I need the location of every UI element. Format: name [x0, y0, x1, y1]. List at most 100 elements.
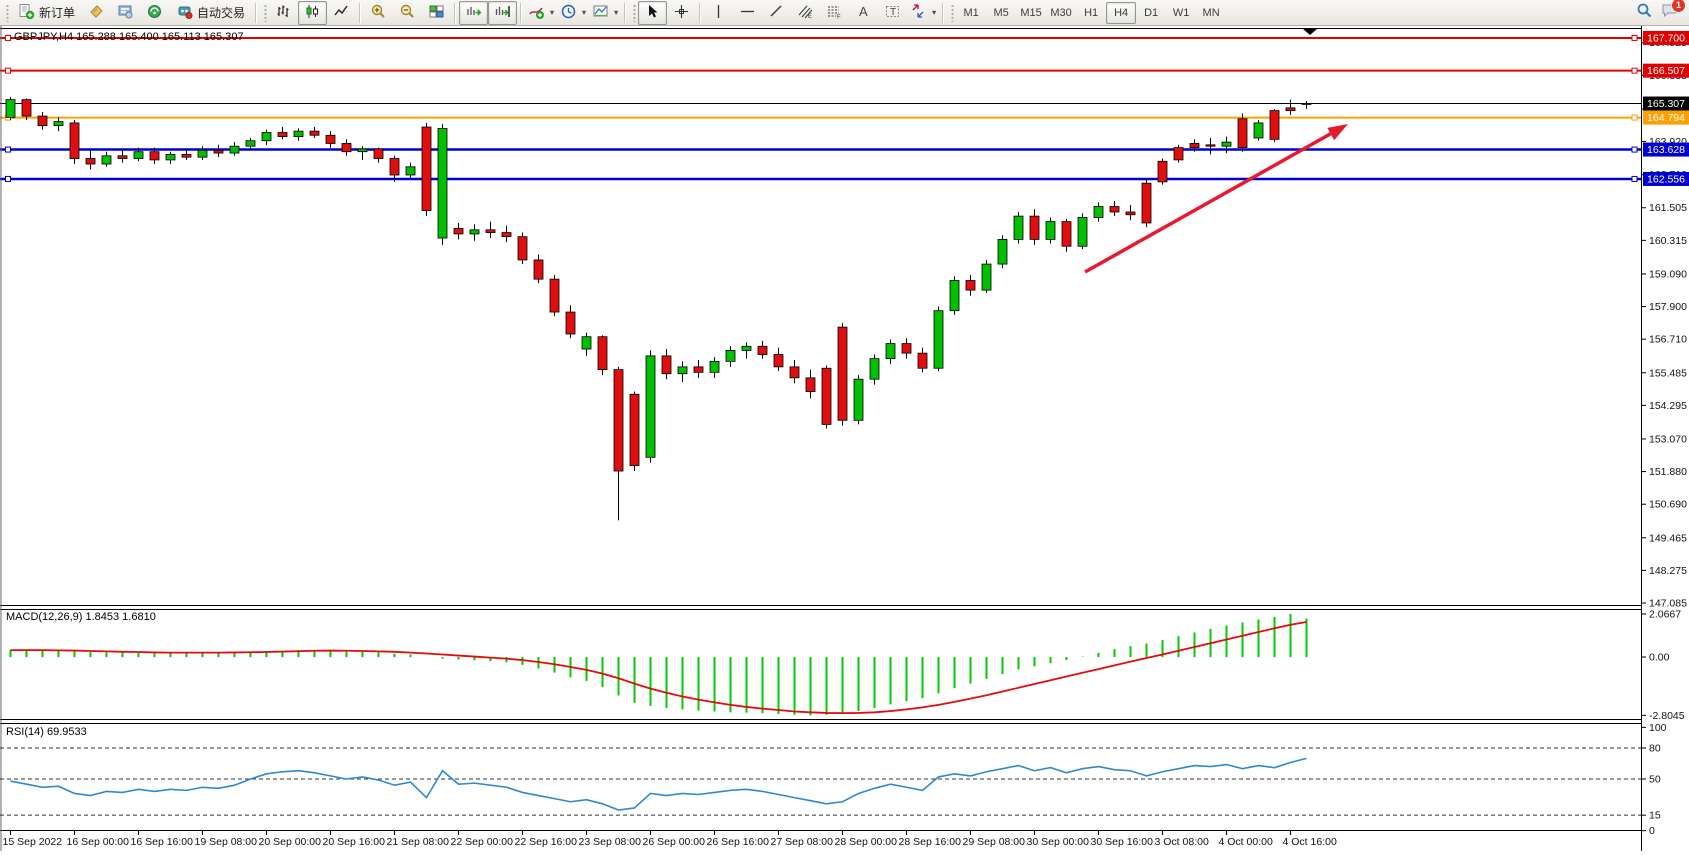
timeframe-h1-button[interactable]: H1: [1076, 2, 1106, 24]
trend-arrow[interactable]: [1085, 124, 1348, 272]
toolbar-separator: [454, 3, 456, 23]
toolbar-grip[interactable]: [949, 4, 954, 22]
arrow-objects-dropdown-caret[interactable]: ▾: [932, 8, 936, 17]
line-chart-type-button[interactable]: [327, 1, 356, 25]
toolbar-separator: [699, 3, 701, 23]
auto-scroll-button[interactable]: [459, 1, 488, 25]
toolbar-grip[interactable]: [262, 4, 267, 22]
macd-signal-line: [11, 622, 1307, 713]
trendline-tool-button[interactable]: [762, 1, 791, 25]
svg-text:30 Sep 16:00: 30 Sep 16:00: [1091, 836, 1154, 848]
timeframe-m1-button[interactable]: M1: [956, 2, 986, 24]
candle-body: [230, 146, 239, 153]
candle-body: [998, 239, 1007, 264]
candle-body: [822, 368, 831, 424]
svg-text:100: 100: [1649, 722, 1667, 734]
svg-text:148.275: 148.275: [1649, 565, 1687, 577]
auto-scroll-icon: [465, 3, 482, 23]
text-tool-button[interactable]: A: [849, 1, 878, 25]
market-watch-button[interactable]: [111, 1, 140, 25]
svg-text:22 Sep 00:00: 22 Sep 00:00: [451, 836, 514, 848]
candle-body: [934, 311, 943, 369]
svg-text:159.090: 159.090: [1649, 268, 1687, 280]
svg-text:4 Oct 16:00: 4 Oct 16:00: [1283, 836, 1337, 848]
fibonacci-tool-button[interactable]: F: [820, 1, 849, 25]
arrow-objects-icon: [910, 3, 927, 23]
svg-text:F: F: [837, 14, 841, 20]
timeframe-m15-button[interactable]: M15: [1016, 2, 1046, 24]
indicators-dropdown-caret[interactable]: ▾: [550, 8, 554, 17]
timeframe-w1-button[interactable]: W1: [1166, 2, 1196, 24]
timeframe-d1-button[interactable]: D1: [1136, 2, 1166, 24]
timeframe-m30-button[interactable]: M30: [1046, 2, 1076, 24]
cursor-tool-button[interactable]: [638, 1, 667, 25]
toolbar-grip[interactable]: [4, 4, 9, 22]
current-price-badge: 165.307: [1647, 98, 1685, 110]
candlestick-chart-type-button[interactable]: [298, 1, 327, 25]
candle-body: [838, 327, 847, 420]
candle-body: [6, 100, 15, 118]
indicators-button[interactable]: ▾: [525, 1, 557, 25]
rsi-line-group: [11, 758, 1307, 810]
periods-dropdown-caret[interactable]: ▾: [582, 8, 586, 17]
timeframe-m5-button[interactable]: M5: [986, 2, 1016, 24]
candle-body: [1078, 217, 1087, 246]
zoom-in-button[interactable]: [364, 1, 393, 25]
macd-indicator-label: MACD(12,26,9) 1.8453 1.6810: [6, 611, 156, 623]
crosshair-tool-button[interactable]: [667, 1, 696, 25]
time-axis[interactable]: 15 Sep 202216 Sep 00:0016 Sep 16:0019 Se…: [3, 831, 1337, 848]
zoom-out-button[interactable]: [393, 1, 422, 25]
chart-window: GBPJPY,H4 165.288 165.400 165.113 165.30…: [0, 26, 1689, 855]
candle-body: [790, 367, 799, 378]
candle-body: [1254, 123, 1263, 138]
bar-chart-type-button[interactable]: [269, 1, 298, 25]
arrow-objects-button[interactable]: ▾: [907, 1, 939, 25]
templates-button[interactable]: ▾: [589, 1, 621, 25]
text-label-tool-button[interactable]: T: [878, 1, 907, 25]
svg-text:28 Sep 00:00: 28 Sep 00:00: [835, 836, 898, 848]
price-chart-canvas[interactable]: 167.525166.335165.110163.920162.710161.5…: [0, 26, 1689, 855]
candle-body: [758, 346, 767, 354]
toolbar-grip[interactable]: [631, 4, 636, 22]
candle-body: [102, 156, 111, 164]
chart-shift-marker[interactable]: [1303, 29, 1317, 35]
candle-body: [598, 337, 607, 370]
new-order-button[interactable]: 新订单: [11, 1, 82, 25]
zoom-out-icon: [399, 3, 416, 23]
chart-shift-button[interactable]: [488, 1, 517, 25]
candle-body: [1206, 145, 1215, 146]
price-level-lines[interactable]: [0, 35, 1641, 181]
timeframe-h4-button[interactable]: H4: [1106, 2, 1136, 24]
svg-text:154.295: 154.295: [1649, 400, 1687, 412]
navigator-button[interactable]: [140, 1, 169, 25]
periods-button[interactable]: ▾: [557, 1, 589, 25]
horizontal-line-icon: [739, 3, 756, 23]
equidistant-channel-tool-button[interactable]: E: [791, 1, 820, 25]
horizontal-line-tool-button[interactable]: [733, 1, 762, 25]
candle-body: [390, 159, 399, 175]
search-button[interactable]: [1636, 2, 1653, 24]
svg-text:E: E: [808, 14, 812, 20]
templates-dropdown-caret[interactable]: ▾: [614, 8, 618, 17]
auto-trading-button[interactable]: 自动交易: [169, 1, 252, 25]
candle-body: [1142, 183, 1151, 223]
toolbar-separator: [359, 3, 361, 23]
candle-body: [1174, 148, 1183, 160]
svg-text:26 Sep 00:00: 26 Sep 00:00: [643, 836, 706, 848]
timeframe-mn-button[interactable]: MN: [1196, 2, 1226, 24]
svg-text:15 Sep 2022: 15 Sep 2022: [3, 836, 63, 848]
notifications-button[interactable]: 1: [1661, 2, 1679, 24]
vertical-line-tool-button[interactable]: [704, 1, 733, 25]
toolbar: 新订单 自动交易: [0, 0, 1689, 26]
svg-text:15: 15: [1649, 810, 1661, 822]
crosshair-icon: [673, 3, 690, 23]
candle-body: [630, 394, 639, 465]
charts-profile-button[interactable]: [82, 1, 111, 25]
toolbar-separator: [624, 3, 626, 23]
tile-windows-button[interactable]: [422, 1, 451, 25]
svg-text:16 Sep 16:00: 16 Sep 16:00: [131, 836, 194, 848]
candle-body: [262, 133, 271, 141]
svg-text:50: 50: [1649, 774, 1661, 786]
candle-body: [166, 154, 175, 159]
candle-body: [294, 131, 303, 136]
